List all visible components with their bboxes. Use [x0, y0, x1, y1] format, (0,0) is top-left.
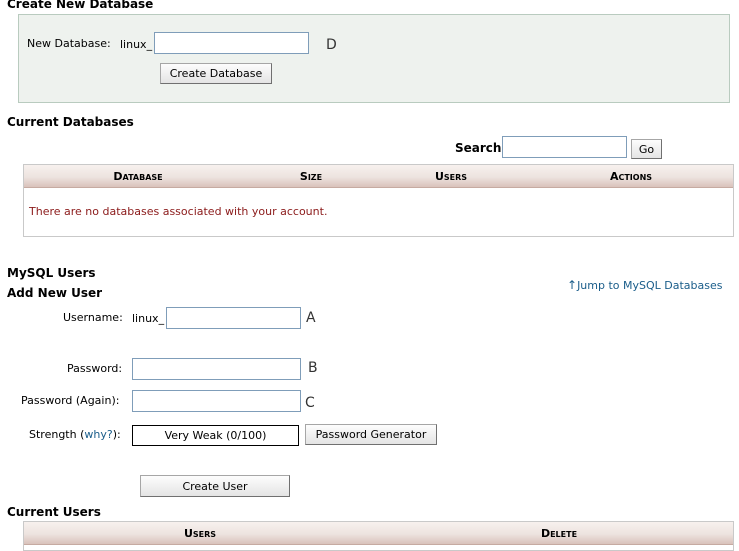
- column-delete: Delete: [540, 527, 578, 540]
- jump-link-text: Jump to MySQL Databases: [577, 279, 723, 292]
- users-table-header: Users Delete: [24, 522, 733, 545]
- search-input[interactable]: [502, 136, 627, 158]
- jump-to-databases-link[interactable]: ↑Jump to MySQL Databases: [567, 278, 723, 292]
- marker-c: C: [305, 395, 315, 411]
- create-database-panel: New Database: linux_ D Create Database: [18, 14, 730, 103]
- strength-label: Strength (why?):: [29, 428, 121, 441]
- arrow-up-icon: ↑: [567, 278, 578, 292]
- databases-table-header: Database Size Users Actions: [24, 165, 733, 188]
- column-database[interactable]: Database: [110, 170, 166, 183]
- username-label: Username:: [63, 311, 123, 324]
- strength-close-paren: ):: [112, 428, 121, 441]
- new-database-label: New Database:: [27, 37, 111, 50]
- column-users-list[interactable]: Users: [174, 527, 226, 540]
- column-actions: Actions: [609, 170, 653, 183]
- strength-meter: Very Weak (0/100): [132, 425, 299, 446]
- databases-table: Database Size Users Actions There are no…: [23, 164, 734, 237]
- column-users[interactable]: Users: [425, 170, 477, 183]
- create-user-button[interactable]: Create User: [140, 475, 290, 497]
- password-again-label: Password (Again):: [21, 394, 120, 407]
- no-databases-message: There are no databases associated with y…: [29, 205, 328, 218]
- username-input[interactable]: [166, 307, 301, 329]
- new-database-prefix: linux_: [120, 38, 153, 51]
- username-prefix: linux_: [132, 312, 165, 325]
- password-generator-button[interactable]: Password Generator: [305, 424, 437, 445]
- marker-a: A: [306, 310, 316, 326]
- password-input[interactable]: [132, 358, 301, 380]
- go-button[interactable]: Go: [631, 139, 662, 159]
- column-size[interactable]: Size: [287, 170, 335, 183]
- marker-d: D: [326, 37, 337, 53]
- create-database-heading: Create New Database: [7, 0, 154, 11]
- password-again-input[interactable]: [132, 390, 301, 412]
- marker-b: B: [308, 360, 318, 376]
- why-link[interactable]: why?: [84, 428, 112, 441]
- create-database-button[interactable]: Create Database: [160, 63, 272, 84]
- password-label: Password:: [67, 362, 123, 375]
- current-users-heading: Current Users: [7, 505, 101, 519]
- new-database-input[interactable]: [154, 32, 309, 54]
- current-databases-heading: Current Databases: [7, 115, 134, 129]
- users-table: Users Delete: [23, 521, 734, 551]
- search-label: Search: [455, 141, 502, 155]
- add-new-user-heading: Add New User: [7, 286, 103, 300]
- mysql-users-heading: MySQL Users: [7, 266, 96, 280]
- strength-label-text: Strength: [29, 428, 77, 441]
